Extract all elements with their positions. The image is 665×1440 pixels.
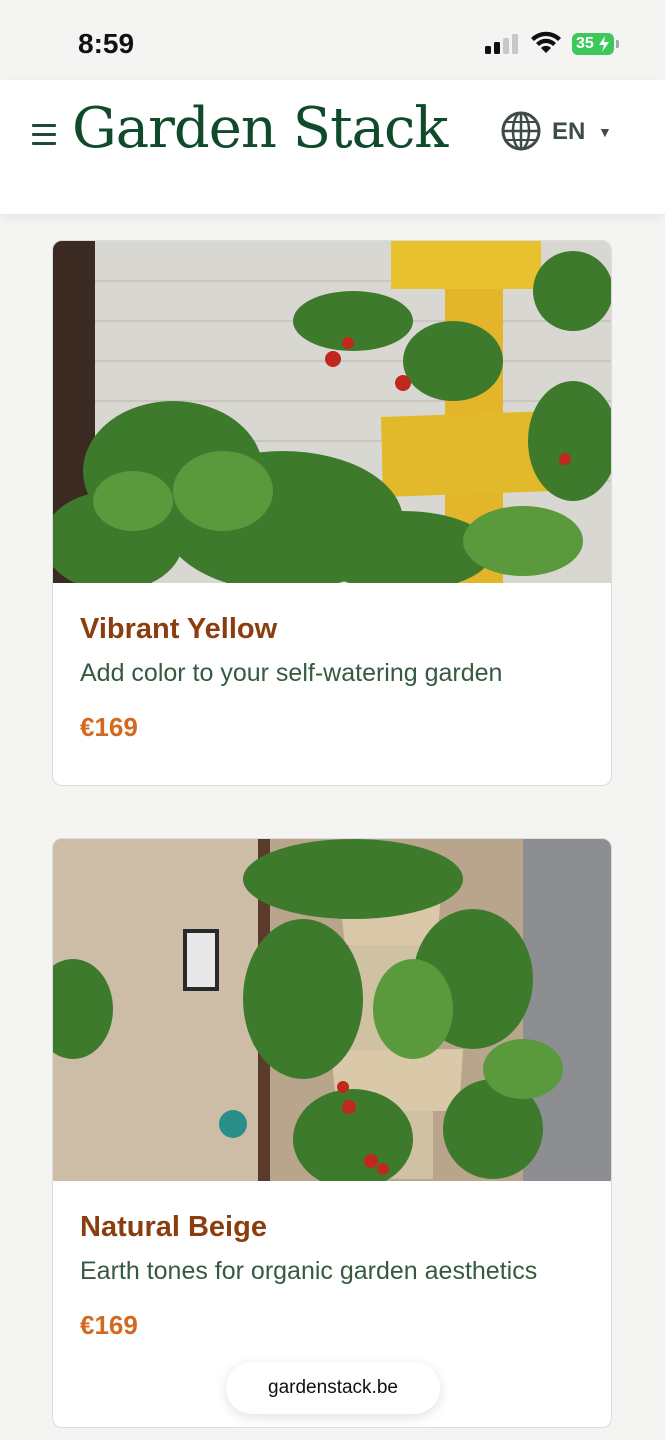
charging-bolt-icon <box>599 36 609 52</box>
product-image-natural-beige[interactable] <box>53 839 612 1181</box>
product-title[interactable]: Natural Beige <box>80 1211 585 1244</box>
product-info: Natural Beige Earth tones for organic ga… <box>80 1211 585 1341</box>
status-bar: 8:59 35 <box>0 0 665 80</box>
product-description: Add color to your self-watering garden <box>80 659 503 687</box>
product-price: €169 <box>80 712 138 742</box>
status-time: 8:59 <box>78 28 135 59</box>
site-header: Garden Stack EN ▼ <box>0 80 665 214</box>
product-title[interactable]: Vibrant Yellow <box>80 613 585 646</box>
product-description: Earth tones for organic garden aesthetic… <box>80 1257 538 1285</box>
battery-icon: 35 <box>572 33 619 55</box>
url-bar[interactable]: gardenstack.be <box>226 1362 440 1414</box>
globe-icon[interactable] <box>500 110 542 152</box>
language-selector[interactable]: EN <box>552 118 585 146</box>
wifi-icon <box>531 31 561 53</box>
brand-logo[interactable]: Garden Stack <box>72 96 448 161</box>
battery-level: 35 <box>576 35 594 52</box>
product-card[interactable]: Vibrant Yellow Add color to your self-wa… <box>52 240 612 786</box>
product-price: €169 <box>80 1310 138 1340</box>
product-image-vibrant-yellow[interactable] <box>53 241 612 583</box>
signal-icon <box>485 34 518 54</box>
hamburger-icon[interactable] <box>32 124 56 146</box>
product-card[interactable]: Natural Beige Earth tones for organic ga… <box>52 838 612 1428</box>
product-info: Vibrant Yellow Add color to your self-wa… <box>80 613 585 743</box>
chevron-down-icon[interactable]: ▼ <box>598 124 612 140</box>
